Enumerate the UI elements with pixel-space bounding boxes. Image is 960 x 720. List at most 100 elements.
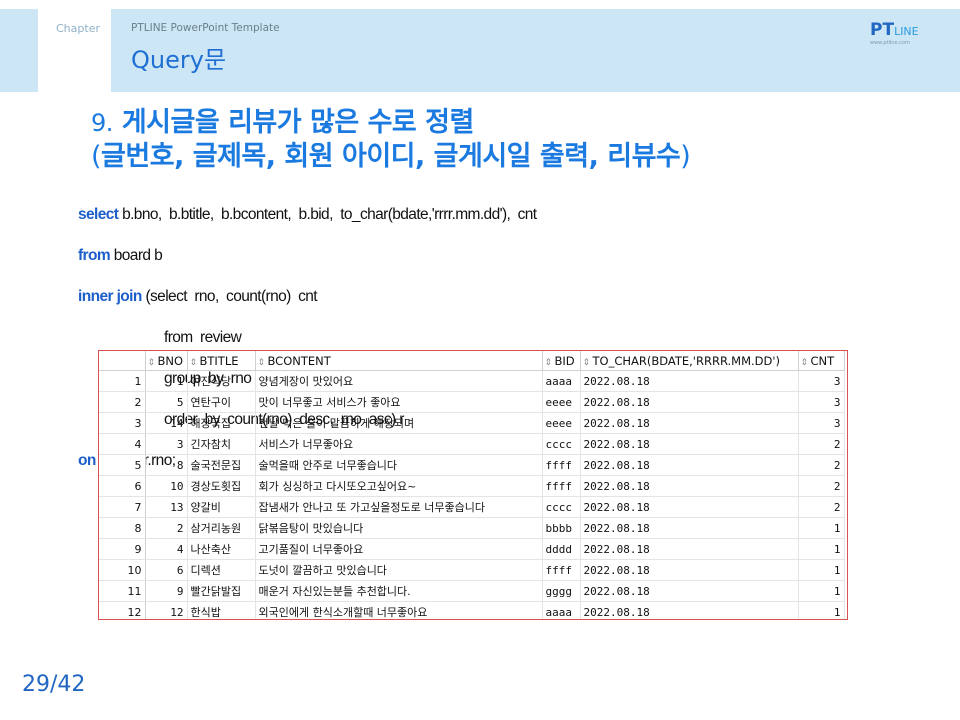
sql-line: from board b bbox=[78, 246, 163, 264]
cnt-cell[interactable]: 1 bbox=[798, 559, 845, 581]
column-header-bno[interactable]: ⇕ BNO bbox=[145, 351, 188, 371]
date-cell[interactable]: 2022.08.18 bbox=[580, 370, 799, 392]
bid-cell[interactable]: bbbb bbox=[542, 517, 581, 539]
bid-cell[interactable]: dddd bbox=[542, 538, 581, 560]
bid-cell[interactable]: aaaa bbox=[542, 370, 581, 392]
table-row[interactable]: 5 8 술국전문집 술먹을때 안주로 너무좋습니다 ffff 2022.08.18 2 bbox=[99, 454, 845, 476]
cnt-cell[interactable]: 2 bbox=[798, 454, 845, 476]
column-header-cnt[interactable]: ⇕ CNT bbox=[798, 351, 845, 371]
result-table: ⇕ BNO ⇕ BTITLE ⇕ BCONTENT ⇕ BID ⇕ TO_CHAR(BDA… bbox=[99, 351, 845, 619]
date-cell[interactable]: 2022.08.18 bbox=[580, 580, 799, 602]
cnt-cell[interactable]: 3 bbox=[798, 370, 845, 392]
date-cell[interactable]: 2022.08.18 bbox=[580, 559, 799, 581]
btitle-cell[interactable]: 여진식당 bbox=[187, 370, 256, 392]
cnt-cell[interactable]: 1 bbox=[798, 580, 845, 602]
date-cell[interactable]: 2022.08.18 bbox=[580, 475, 799, 497]
bcontent-cell[interactable]: 술먹을때 안주로 너무좋습니다 bbox=[255, 454, 543, 476]
bno-cell[interactable]: 10 bbox=[145, 475, 188, 497]
btitle-cell[interactable]: 나산축산 bbox=[187, 538, 256, 560]
btitle-cell[interactable]: 빨간닭발집 bbox=[187, 580, 256, 602]
date-cell[interactable]: 2022.08.18 bbox=[580, 517, 799, 539]
bno-cell[interactable]: 13 bbox=[145, 496, 188, 518]
table-row[interactable]: 4 3 긴자참치 서비스가 너무좋아요 cccc 2022.08.18 2 bbox=[99, 433, 845, 455]
page-title: Query문 bbox=[131, 46, 227, 74]
bcontent-cell[interactable]: 외국인에게 한식소개할때 너무좋아요 bbox=[255, 601, 543, 619]
bcontent-cell[interactable]: 전날 먹은 술이 말끔하게 해장되며 bbox=[255, 412, 543, 434]
table-row[interactable]: 8 2 삼거리농원 닭볶음탕이 맛있습니다 bbbb 2022.08.18 1 bbox=[99, 517, 845, 539]
bno-cell[interactable]: 8 bbox=[145, 454, 188, 476]
cnt-cell[interactable]: 1 bbox=[798, 538, 845, 560]
cnt-cell[interactable]: 2 bbox=[798, 496, 845, 518]
bcontent-cell[interactable]: 매운거 자신있는분들 추천합니다. bbox=[255, 580, 543, 602]
table-row[interactable]: 1 1 여진식당 양념게장이 맛있어요 aaaa 2022.08.18 3 bbox=[99, 370, 845, 392]
btitle-cell[interactable]: 삼거리농원 bbox=[187, 517, 256, 539]
bno-cell[interactable]: 3 bbox=[145, 433, 188, 455]
table-row[interactable]: 11 9 빨간닭발집 매운거 자신있는분들 추천합니다. gggg 2022.08.18 1 bbox=[99, 580, 845, 602]
bno-cell[interactable]: 5 bbox=[145, 391, 188, 413]
cnt-cell[interactable]: 2 bbox=[798, 433, 845, 455]
btitle-cell[interactable]: 긴자참치 bbox=[187, 433, 256, 455]
bcontent-cell[interactable]: 맛이 너무좋고 서비스가 좋아요 bbox=[255, 391, 543, 413]
bid-cell[interactable]: eeee bbox=[542, 412, 581, 434]
bno-cell[interactable]: 2 bbox=[145, 517, 188, 539]
date-cell[interactable]: 2022.08.18 bbox=[580, 433, 799, 455]
bno-cell[interactable]: 6 bbox=[145, 559, 188, 581]
table-row[interactable]: 9 4 나산축산 고기품질이 너무좋아요 dddd 2022.08.18 1 bbox=[99, 538, 845, 560]
date-cell[interactable]: 2022.08.18 bbox=[580, 538, 799, 560]
bid-cell[interactable]: ffff bbox=[542, 454, 581, 476]
date-cell[interactable]: 2022.08.18 bbox=[580, 412, 799, 434]
bcontent-cell[interactable]: 잡냄새가 안나고 또 가고싶을정도로 너무좋습니다 bbox=[255, 496, 543, 518]
column-header-btitle[interactable]: ⇕ BTITLE bbox=[187, 351, 256, 371]
heading-line2-text: 글번호, 글제목, 회원 아이디, 글게시일 출력, 리뷰수 bbox=[101, 141, 681, 172]
sort-icon: ⇕ bbox=[257, 357, 266, 368]
bno-cell[interactable]: 1 bbox=[145, 370, 188, 392]
date-cell[interactable]: 2022.08.18 bbox=[580, 601, 799, 619]
btitle-cell[interactable]: 한식밥 bbox=[187, 601, 256, 619]
bid-cell[interactable]: cccc bbox=[542, 433, 581, 455]
bid-cell[interactable]: ffff bbox=[542, 559, 581, 581]
row-number-cell: 1 bbox=[99, 370, 146, 392]
bno-cell[interactable]: 14 bbox=[145, 412, 188, 434]
bno-cell[interactable]: 12 bbox=[145, 601, 188, 619]
btitle-cell[interactable]: 술국전문집 bbox=[187, 454, 256, 476]
bid-cell[interactable]: eeee bbox=[542, 391, 581, 413]
bno-cell[interactable]: 4 bbox=[145, 538, 188, 560]
cnt-cell[interactable]: 2 bbox=[798, 475, 845, 497]
column-header-date[interactable]: ⇕ TO_CHAR(BDATE,'RRRR.MM.DD') bbox=[580, 351, 799, 371]
heading-line-1: 9. 게시글을 리뷰가 많은 수로 정렬 bbox=[91, 106, 690, 140]
row-number-header bbox=[99, 351, 146, 371]
btitle-cell[interactable]: 디렉션 bbox=[187, 559, 256, 581]
cnt-cell[interactable]: 3 bbox=[798, 412, 845, 434]
date-cell[interactable]: 2022.08.18 bbox=[580, 454, 799, 476]
bcontent-cell[interactable]: 회가 싱싱하고 다시또오고싶어요~ bbox=[255, 475, 543, 497]
bcontent-cell[interactable]: 닭볶음탕이 맛있습니다 bbox=[255, 517, 543, 539]
date-cell[interactable]: 2022.08.18 bbox=[580, 391, 799, 413]
bcontent-cell[interactable]: 서비스가 너무좋아요 bbox=[255, 433, 543, 455]
cnt-cell[interactable]: 1 bbox=[798, 601, 845, 619]
table-row[interactable]: 10 6 디렉션 도넛이 깔끔하고 맛있습니다 ffff 2022.08.18 1 bbox=[99, 559, 845, 581]
bid-cell[interactable]: aaaa bbox=[542, 601, 581, 619]
cnt-cell[interactable]: 1 bbox=[798, 517, 845, 539]
bcontent-cell[interactable]: 고기품질이 너무좋아요 bbox=[255, 538, 543, 560]
table-row[interactable]: 6 10 경상도횟집 회가 싱싱하고 다시또오고싶어요~ ffff 2022.08.18 2 bbox=[99, 475, 845, 497]
btitle-cell[interactable]: 양갈비 bbox=[187, 496, 256, 518]
btitle-cell[interactable]: 경상도횟집 bbox=[187, 475, 256, 497]
column-header-bcontent[interactable]: ⇕ BCONTENT bbox=[255, 351, 543, 371]
bno-cell[interactable]: 9 bbox=[145, 580, 188, 602]
date-cell[interactable]: 2022.08.18 bbox=[580, 496, 799, 518]
table-body: 1 1 여진식당 양념게장이 맛있어요 aaaa 2022.08.18 3 2 5 연탄구이 맛이 … bbox=[99, 370, 845, 619]
bcontent-cell[interactable]: 도넛이 깔끔하고 맛있습니다 bbox=[255, 559, 543, 581]
bcontent-cell[interactable]: 양념게장이 맛있어요 bbox=[255, 370, 543, 392]
table-row[interactable]: 12 12 한식밥 외국인에게 한식소개할때 너무좋아요 aaaa 2022.08.18 1 bbox=[99, 601, 845, 619]
table-row[interactable]: 2 5 연탄구이 맛이 너무좋고 서비스가 좋아요 eeee 2022.08.18 3 bbox=[99, 391, 845, 413]
logo-url: www.ptline.com bbox=[870, 40, 910, 46]
btitle-cell[interactable]: 연탄구이 bbox=[187, 391, 256, 413]
bid-cell[interactable]: cccc bbox=[542, 496, 581, 518]
btitle-cell[interactable]: 해장국집 bbox=[187, 412, 256, 434]
table-row[interactable]: 7 13 양갈비 잡냄새가 안나고 또 가고싶을정도로 너무좋습니다 cccc 2022.… bbox=[99, 496, 845, 518]
cnt-cell[interactable]: 3 bbox=[798, 391, 845, 413]
column-header-bid[interactable]: ⇕ BID bbox=[542, 351, 581, 371]
table-row[interactable]: 3 14 해장국집 전날 먹은 술이 말끔하게 해장되며 eeee 2022.08.18 3 bbox=[99, 412, 845, 434]
bid-cell[interactable]: ffff bbox=[542, 475, 581, 497]
bid-cell[interactable]: gggg bbox=[542, 580, 581, 602]
